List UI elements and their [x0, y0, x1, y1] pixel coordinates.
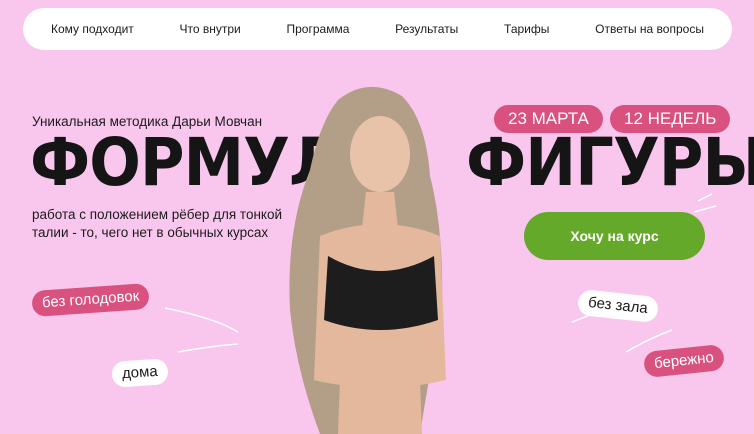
nav-item-faq[interactable]: Ответы на вопросы — [595, 22, 704, 36]
nav-item-audience[interactable]: Кому подходит — [51, 22, 134, 36]
tag-home: дома — [111, 358, 169, 388]
nav-item-pricing[interactable]: Тарифы — [504, 22, 549, 36]
nav-item-contents[interactable]: Что внутри — [180, 22, 241, 36]
hero-title-right: ФИГУРЫ — [466, 124, 754, 201]
enroll-button[interactable]: Хочу на курс — [524, 212, 705, 260]
nav-item-program[interactable]: Программа — [287, 22, 350, 36]
tag-no-gym: без зала — [576, 288, 659, 324]
hero-description: работа с положением рёбер для тонкой тал… — [32, 207, 283, 240]
hero-photo — [289, 86, 446, 434]
tag-no-diet: без голодовок — [31, 282, 151, 318]
tag-gentle: бережно — [642, 343, 726, 379]
top-nav: Кому подходит Что внутри Программа Резул… — [23, 8, 732, 50]
nav-item-results[interactable]: Результаты — [395, 22, 458, 36]
date-badge: 23 МАРТА — [494, 105, 603, 133]
duration-badge: 12 НЕДЕЛЬ — [610, 105, 731, 133]
